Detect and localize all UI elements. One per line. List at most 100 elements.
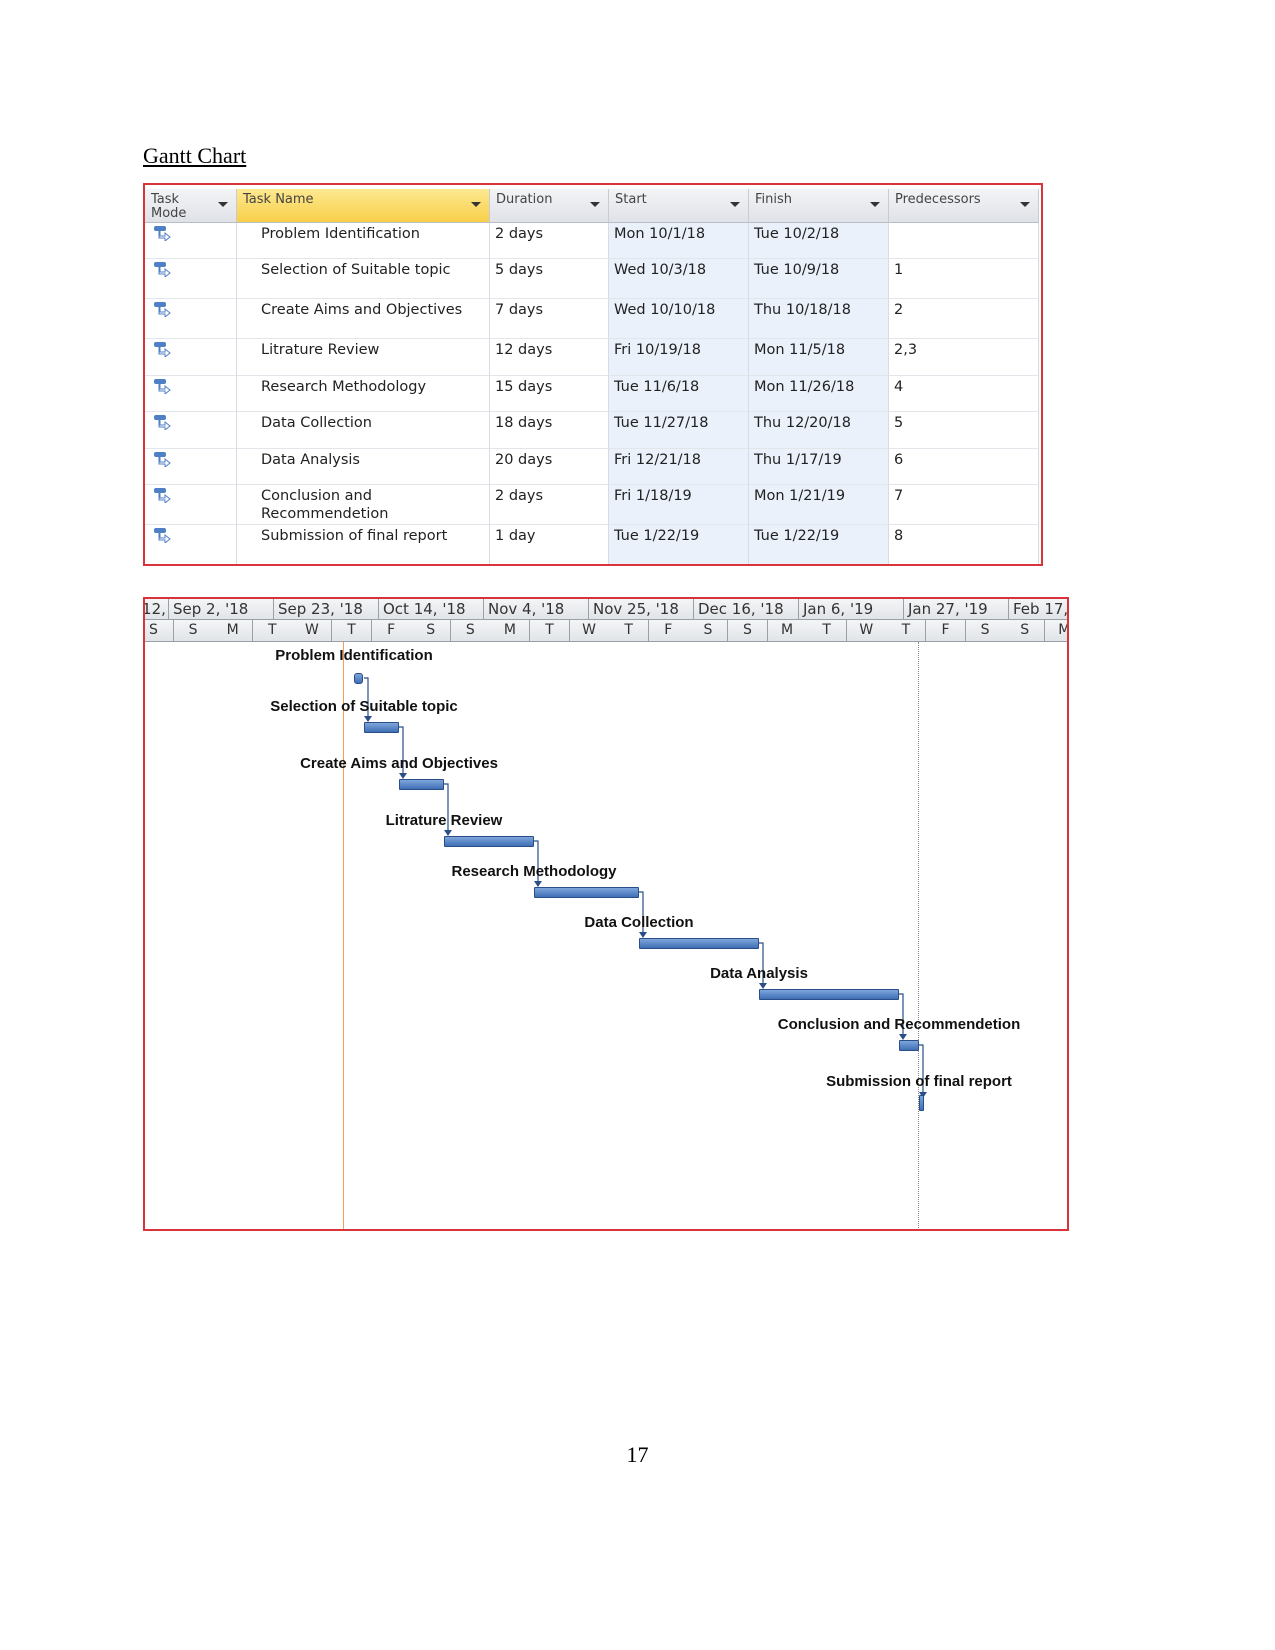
dropdown-arrow-icon[interactable] xyxy=(471,202,481,207)
task-bar-label: Selection of Suitable topic xyxy=(270,698,458,715)
table-cell[interactable]: Mon 10/1/18 xyxy=(609,223,749,259)
table-cell[interactable]: Create Aims and Objectives xyxy=(237,299,490,339)
header-predecessors[interactable]: Predecessors xyxy=(889,189,1039,223)
header-duration[interactable]: Duration xyxy=(490,189,609,223)
task-bar-label: Research Methodology xyxy=(451,863,617,880)
table-cell[interactable]: Problem Identification xyxy=(237,223,490,259)
timescale-day: M xyxy=(490,620,531,642)
timescale-day: T xyxy=(252,620,293,642)
dropdown-arrow-icon[interactable] xyxy=(1020,202,1030,207)
header-task-name[interactable]: Task Name xyxy=(237,189,490,223)
table-cell[interactable]: Mon 1/21/19 xyxy=(749,485,889,525)
dropdown-arrow-icon[interactable] xyxy=(590,202,600,207)
task-name: Data Analysis xyxy=(261,452,360,468)
table-cell[interactable]: Tue 10/9/18 xyxy=(749,259,889,299)
table-cell[interactable]: 5 days xyxy=(490,259,609,299)
task-bar[interactable] xyxy=(899,1040,919,1051)
table-cell[interactable]: 7 xyxy=(889,485,1039,525)
header-label: Task Name xyxy=(243,192,314,207)
task-name: Create Aims and Objectives xyxy=(261,302,463,318)
cell-value: Mon 10/1/18 xyxy=(614,226,706,242)
table-cell[interactable]: 4 xyxy=(889,376,1039,412)
timescale-week: Nov 25, '18 xyxy=(589,599,694,620)
cell-value: Tue 11/6/18 xyxy=(614,379,700,395)
task-bar[interactable] xyxy=(399,779,444,790)
timescale-day: T xyxy=(609,620,650,642)
cell-value: Thu 12/20/18 xyxy=(754,415,851,431)
table-cell[interactable]: Submission of final report xyxy=(237,525,490,564)
task-name: Conclusion and Recommendetion xyxy=(261,488,389,522)
task-bar[interactable] xyxy=(444,836,534,847)
table-cell[interactable]: 8 xyxy=(889,525,1039,564)
table-cell[interactable]: 12 days xyxy=(490,339,609,376)
table-cell[interactable]: 6 xyxy=(889,449,1039,485)
table-cell[interactable]: 2 days xyxy=(490,223,609,259)
auto-schedule-icon xyxy=(154,415,171,430)
task-bar[interactable] xyxy=(364,722,399,733)
dropdown-arrow-icon[interactable] xyxy=(870,202,880,207)
table-cell[interactable]: 2,3 xyxy=(889,339,1039,376)
task-bar[interactable] xyxy=(354,673,363,684)
gantt-chart: Aug 12, '18Sep 2, '18Sep 23, '18Oct 14, … xyxy=(143,597,1069,1231)
table-cell[interactable]: Mon 11/26/18 xyxy=(749,376,889,412)
table-cell[interactable]: 7 days xyxy=(490,299,609,339)
table-cell[interactable]: 1 xyxy=(889,259,1039,299)
task-name: Problem Identification xyxy=(261,226,420,242)
cell-value: Fri 10/19/18 xyxy=(614,342,702,358)
table-cell[interactable]: Litrature Review xyxy=(237,339,490,376)
table-cell[interactable]: Thu 1/17/19 xyxy=(749,449,889,485)
task-bar[interactable] xyxy=(639,938,759,949)
table-cell[interactable]: Data Analysis xyxy=(237,449,490,485)
table-cell[interactable]: Fri 10/19/18 xyxy=(609,339,749,376)
timescale-day: F xyxy=(371,620,412,642)
table-cell[interactable]: Research Methodology xyxy=(237,376,490,412)
task-bar-label: Conclusion and Recommendetion xyxy=(777,1016,1021,1033)
cell-value: 1 day xyxy=(495,528,536,544)
auto-schedule-icon xyxy=(154,379,171,394)
timescale-day: S xyxy=(728,620,768,642)
table-cell[interactable]: Thu 12/20/18 xyxy=(749,412,889,449)
header-finish[interactable]: Finish xyxy=(749,189,889,223)
table-cell[interactable]: Tue 1/22/19 xyxy=(749,525,889,564)
task-mode-cell xyxy=(145,412,237,449)
timescale-day: S xyxy=(688,620,729,642)
task-name: Research Methodology xyxy=(261,379,427,395)
table-cell[interactable]: Thu 10/18/18 xyxy=(749,299,889,339)
table-cell[interactable]: 18 days xyxy=(490,412,609,449)
table-cell[interactable]: 5 xyxy=(889,412,1039,449)
table-cell[interactable]: 2 days xyxy=(490,485,609,525)
cell-value: Tue 1/22/19 xyxy=(614,528,700,544)
page-number: 17 xyxy=(626,1442,649,1467)
cell-value: 4 xyxy=(894,379,904,395)
table-cell[interactable]: Wed 10/3/18 xyxy=(609,259,749,299)
table-cell[interactable]: Fri 1/18/19 xyxy=(609,485,749,525)
task-table: Task Mode Task Name Duration Start Finish Pre… xyxy=(143,183,1043,566)
timescale-day: S xyxy=(450,620,491,642)
dropdown-arrow-icon[interactable] xyxy=(218,202,228,207)
table-cell[interactable]: Fri 12/21/18 xyxy=(609,449,749,485)
table-cell[interactable]: Tue 1/22/19 xyxy=(609,525,749,564)
table-cell[interactable]: 1 day xyxy=(490,525,609,564)
table-cell[interactable]: Tue 10/2/18 xyxy=(749,223,889,259)
table-cell[interactable]: 15 days xyxy=(490,376,609,412)
table-cell[interactable]: 2 xyxy=(889,299,1039,339)
table-cell[interactable]: Tue 11/6/18 xyxy=(609,376,749,412)
dropdown-arrow-icon[interactable] xyxy=(730,202,740,207)
table-cell[interactable]: Selection of Suitable topic xyxy=(237,259,490,299)
auto-schedule-icon xyxy=(154,488,171,503)
table-cell[interactable]: Data Collection xyxy=(237,412,490,449)
table-cell[interactable]: Conclusion and Recommendetion xyxy=(237,485,490,525)
header-start[interactable]: Start xyxy=(609,189,749,223)
task-bar[interactable] xyxy=(534,887,639,898)
cell-value: Fri 12/21/18 xyxy=(614,452,702,468)
task-bar[interactable] xyxy=(919,1095,924,1111)
table-cell[interactable]: Tue 11/27/18 xyxy=(609,412,749,449)
table-cell[interactable]: 20 days xyxy=(490,449,609,485)
task-bar[interactable] xyxy=(759,989,899,1000)
cell-value: Tue 10/9/18 xyxy=(754,262,840,278)
table-cell[interactable]: Wed 10/10/18 xyxy=(609,299,749,339)
table-cell[interactable] xyxy=(889,223,1039,259)
header-task-mode[interactable]: Task Mode xyxy=(145,189,237,223)
cell-value: 2 days xyxy=(495,488,544,504)
table-cell[interactable]: Mon 11/5/18 xyxy=(749,339,889,376)
